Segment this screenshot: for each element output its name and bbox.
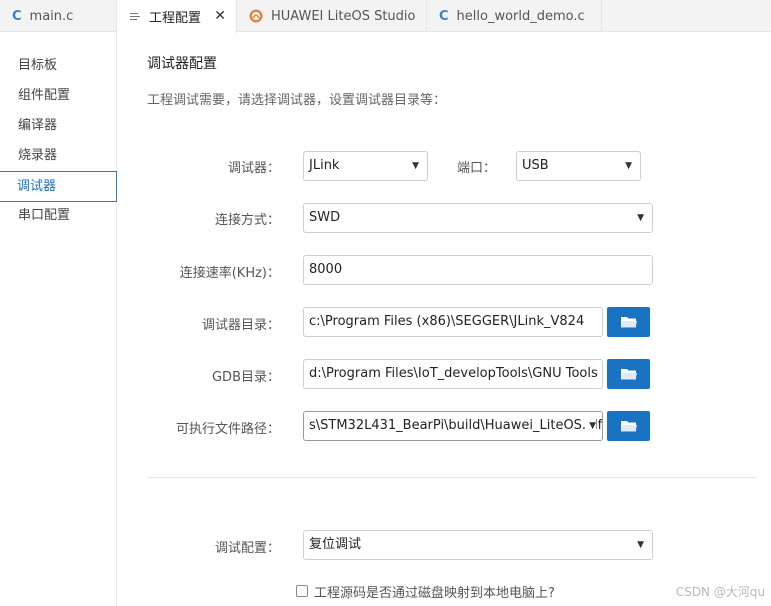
debugger-select[interactable]: JLink ▼ [303, 151, 428, 181]
close-icon[interactable]: ✕ [214, 8, 226, 24]
debugger-value: JLink [309, 158, 340, 173]
huawei-logo-icon [249, 9, 263, 23]
c-file-icon: C [12, 8, 22, 24]
connection-mode-select[interactable]: SWD ▼ [303, 203, 653, 233]
sidebar-item-target-board[interactable]: 目标板 [0, 51, 117, 81]
debugger-dir-input[interactable]: c:\Program Files (x86)\SEGGER\JLink_V824 [303, 307, 603, 337]
document-icon [130, 12, 140, 20]
port-select[interactable]: USB ▼ [516, 151, 641, 181]
port-label: 端口： [456, 161, 496, 176]
tab-hello-world-demo-c[interactable]: C hello_world_demo.c [427, 0, 602, 32]
tab-main-c[interactable]: C main.c [0, 0, 117, 32]
chevron-down-icon: ▼ [412, 161, 419, 171]
tab-project-config[interactable]: 工程配置 ✕ [117, 0, 237, 33]
chevron-down-icon: ▼ [625, 161, 632, 171]
folder-icon [620, 369, 637, 380]
exec-path-value: s\STM32L431_BearPi\build\Huawei_LiteOS.e… [309, 418, 603, 433]
page-description: 工程调试需要，请选择调试器，设置调试器目录等： [147, 93, 447, 108]
tab-label: hello_world_demo.c [456, 8, 585, 24]
debug-config-value: 复位调试 [309, 537, 362, 552]
connection-mode-value: SWD [309, 210, 341, 225]
chevron-down-icon: ▼ [637, 540, 644, 550]
debug-config-label: 调试配置： [214, 541, 280, 556]
map-disk-label[interactable]: 工程源码是否通过磁盘映射到本地电脑上? [314, 582, 555, 601]
debugger-config-panel: 调试器配置 工程调试需要，请选择调试器，设置调试器目录等： 调试器： JLink… [118, 33, 771, 606]
port-value: USB [522, 158, 549, 173]
sidebar-item-components[interactable]: 组件配置 [0, 81, 117, 111]
connection-speed-label: 连接速率(KHz)： [179, 266, 280, 281]
tab-label: 工程配置 [149, 11, 202, 26]
editor-tab-bar: C main.c 工程配置 ✕ HUAWEI LiteOS Studio C h… [0, 0, 771, 33]
sidebar-item-debugger[interactable]: 调试器 [0, 171, 117, 202]
map-disk-checkbox[interactable] [296, 585, 308, 597]
watermark: CSDN @大河qu [675, 585, 765, 599]
chevron-down-icon[interactable]: ▼ [586, 412, 596, 440]
connection-speed-input[interactable]: 8000 [303, 255, 653, 285]
browse-gdb-dir-button[interactable] [607, 359, 650, 389]
gdb-dir-label: GDB目录： [211, 370, 280, 385]
sidebar-item-compiler[interactable]: 编译器 [0, 111, 117, 141]
gdb-dir-input[interactable]: d:\Program Files\IoT_developTools\GNU To… [303, 359, 603, 389]
connection-mode-label: 连接方式： [214, 213, 280, 228]
folder-icon [620, 317, 637, 328]
section-divider [147, 477, 757, 478]
tab-label: main.c [29, 8, 74, 24]
browse-debugger-dir-button[interactable] [607, 307, 650, 337]
tab-label: HUAWEI LiteOS Studio [271, 8, 416, 24]
exec-path-label: 可执行文件路径： [175, 422, 280, 437]
chevron-down-icon: ▼ [637, 213, 644, 223]
tab-huawei-liteos-studio[interactable]: HUAWEI LiteOS Studio [237, 0, 427, 32]
page-title: 调试器配置 [147, 56, 217, 72]
config-sidebar: 目标板 组件配置 编译器 烧录器 调试器 串口配置 [0, 33, 117, 606]
exec-path-combobox[interactable]: s\STM32L431_BearPi\build\Huawei_LiteOS.e… [303, 411, 603, 441]
sidebar-item-serial[interactable]: 串口配置 [0, 201, 117, 231]
debugger-dir-label: 调试器目录： [201, 318, 280, 333]
sidebar-item-burner[interactable]: 烧录器 [0, 141, 117, 171]
browse-exec-path-button[interactable] [607, 411, 650, 441]
debugger-label: 调试器： [227, 161, 280, 176]
folder-icon [620, 421, 637, 432]
c-file-icon: C [439, 8, 449, 24]
debug-config-select[interactable]: 复位调试 ▼ [303, 530, 653, 560]
